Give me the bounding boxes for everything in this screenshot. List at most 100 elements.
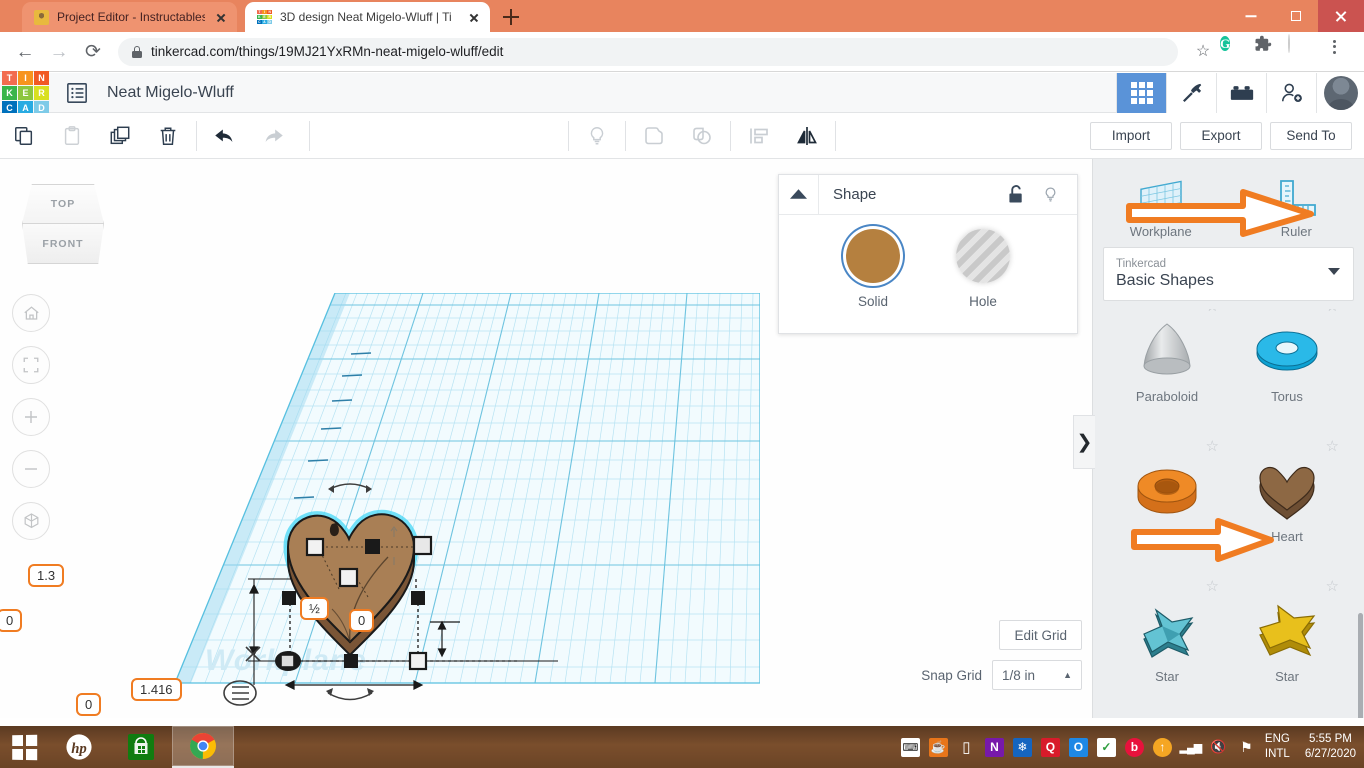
tab-close-icon[interactable] [213,9,229,25]
chrome-button[interactable] [172,726,234,768]
shape-option-hole[interactable]: Hole [956,229,1010,309]
edit-grid-button[interactable]: Edit Grid [999,620,1082,650]
profile-avatar[interactable] [1288,35,1322,69]
note-lightbulb-button[interactable] [573,113,621,159]
redo-button[interactable] [249,113,297,159]
battery-icon[interactable]: ▯ [957,738,976,757]
snowflake-icon[interactable]: ❄ [1013,738,1032,757]
window-maximize-button[interactable] [1273,0,1318,32]
opera-icon[interactable]: O [1069,738,1088,757]
solid-swatch[interactable] [846,229,900,283]
snap-grid-select[interactable]: 1/8 in ▲ [992,660,1082,690]
chevron-up-icon[interactable] [779,175,819,215]
grammarly-icon[interactable]: G [1220,35,1254,69]
dimension-badge-width-bottom[interactable]: 1.416 [131,678,182,701]
view-cube-front-face[interactable]: FRONT [22,223,104,264]
user-avatar[interactable] [1316,73,1364,113]
sidebar-tool-workplane[interactable]: Workplane [1093,159,1229,247]
browser-tab-tinkercad[interactable]: T I N K E R C A D 3D design Neat Migelo-… [245,2,490,32]
touch-keyboard-icon[interactable]: ⌨ [901,738,920,757]
ungroup-button[interactable] [678,113,726,159]
bookmark-star-icon[interactable]: ☆ [1186,35,1220,69]
chrome-menu-icon[interactable] [1322,35,1356,69]
ortho-perspective-icon[interactable] [12,502,50,540]
undo-button[interactable] [201,113,249,159]
quicken-icon[interactable]: Q [1041,738,1060,757]
sidebar-tool-ruler[interactable]: Ruler [1229,159,1364,247]
favorite-star-icon[interactable]: ☆ [1326,309,1339,315]
favorite-star-icon[interactable]: ☆ [1206,309,1219,315]
fit-all-icon[interactable] [12,346,50,384]
view-cube-top-face[interactable]: TOP [22,184,104,224]
dimension-badge-offset-floor[interactable]: 0 [76,693,101,716]
home-view-icon[interactable] [12,294,50,332]
new-tab-button[interactable] [500,6,522,28]
duplicate-button[interactable] [96,113,144,159]
view-cube[interactable]: TOP FRONT [22,184,104,262]
onenote-icon[interactable]: N [985,738,1004,757]
reload-button[interactable]: ⟳ [76,35,110,69]
microsoft-store-button[interactable] [110,726,172,768]
dimension-badge-offset-right[interactable]: 0 [349,609,374,632]
browser-tab-instructables[interactable]: Project Editor - Instructables [22,2,237,32]
hp-button[interactable]: hp [48,726,110,768]
shape-gallery[interactable]: ☆ ☆ ☆ Paraboloid [1093,309,1364,718]
beats-icon[interactable]: b [1125,738,1144,757]
volume-muted-icon[interactable]: 🔇 [1209,738,1228,757]
start-button[interactable] [0,726,48,768]
zoom-out-icon[interactable] [12,450,50,488]
network-signal-icon[interactable]: ▂▄▆ [1181,738,1200,757]
delete-button[interactable] [144,113,192,159]
dimension-badge-offset-left[interactable]: 0 [0,609,22,632]
lightbulb-icon[interactable] [1033,185,1067,204]
dimension-badge-height-left[interactable]: 1.3 [28,564,64,587]
chevron-right-icon[interactable]: ❯ [1073,415,1095,469]
export-button[interactable]: Export [1180,122,1262,150]
window-minimize-button[interactable] [1228,0,1273,32]
shape-panel-body: Solid Hole [779,215,1077,309]
shape-gallery-item-heart[interactable]: ☆ Heart [1227,431,1347,550]
language-indicator[interactable]: ENG INTL [1265,732,1290,762]
forward-button[interactable]: → [42,35,76,69]
taskbar-clock[interactable]: 5:55 PM 6/27/2020 [1305,732,1356,762]
align-button[interactable] [735,113,783,159]
shape-library-select[interactable]: Tinkercad Basic Shapes [1103,247,1354,301]
shape-option-solid[interactable]: Solid [846,229,900,309]
header-tool-bricks[interactable] [1216,73,1266,113]
import-button[interactable]: Import [1090,122,1172,150]
shape-gallery-item-star-teal[interactable]: ☆ Star [1107,571,1227,690]
shape-gallery-item-torus[interactable]: ☆ Torus [1227,309,1347,410]
zoom-in-icon[interactable] [12,398,50,436]
dimension-badge-thickness[interactable]: ½ [300,597,329,620]
shape-gallery-item-tube[interactable]: ☆ Tube [1107,431,1227,550]
hole-swatch[interactable] [956,229,1010,283]
header-tool-invite[interactable] [1266,73,1316,113]
favorite-star-icon[interactable]: ☆ [1206,577,1219,595]
logo-letter: T [2,71,17,85]
mirror-button[interactable] [783,113,831,159]
favorite-star-icon[interactable]: ☆ [1206,437,1219,455]
action-center-flag-icon[interactable]: ⚑ [1237,738,1256,757]
paste-button[interactable] [48,113,96,159]
header-tool-codeblocks[interactable] [1166,73,1216,113]
send-to-button[interactable]: Send To [1270,122,1352,150]
sidebar-scrollbar[interactable] [1358,613,1363,718]
favorite-star-icon[interactable]: ☆ [1326,577,1339,595]
shape-gallery-item-star-yellow[interactable]: ☆ Star [1227,571,1347,690]
group-button[interactable] [630,113,678,159]
tab-close-icon[interactable] [466,9,482,25]
update-arrow-icon[interactable]: ↑ [1153,738,1172,757]
address-bar[interactable]: tinkercad.com/things/19MJ21YxRMn-neat-mi… [118,38,1178,66]
window-close-button[interactable] [1318,0,1364,32]
shape-gallery-item-paraboloid[interactable]: ☆ Paraboloid [1107,309,1227,410]
back-button[interactable]: ← [8,35,42,69]
tinkercad-logo[interactable]: T I N K E R C A D [2,71,47,113]
unlock-icon[interactable] [999,185,1033,204]
header-tool-design[interactable] [1116,73,1166,113]
copy-button[interactable] [0,113,48,159]
project-list-icon[interactable] [59,75,95,111]
extensions-puzzle-icon[interactable] [1254,35,1288,69]
checkmark-icon[interactable]: ✓ [1097,738,1116,757]
favorite-star-icon[interactable]: ☆ [1326,437,1339,455]
java-icon[interactable]: ☕ [929,738,948,757]
